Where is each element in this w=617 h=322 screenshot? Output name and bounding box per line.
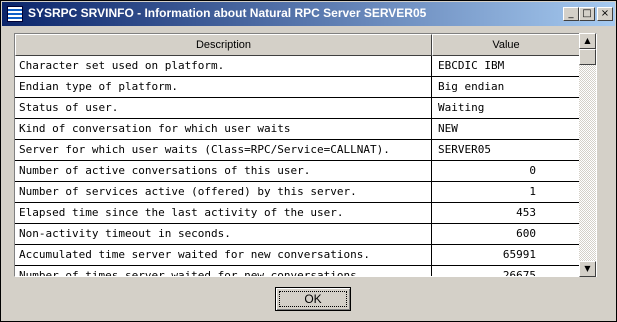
scroll-thumb[interactable]	[579, 49, 596, 65]
row-value: 0	[529, 164, 536, 177]
column-header-description[interactable]: Description	[15, 34, 432, 56]
title-bar[interactable]: SYSRPC SRVINFO - Information about Natur…	[2, 2, 615, 26]
row-value: EBCDIC IBM	[438, 59, 505, 72]
row-description: Number of services active (offered) by t…	[15, 182, 432, 202]
info-table[interactable]: Description Value Character set used on …	[14, 33, 597, 277]
focus-rect	[279, 291, 347, 307]
row-description: Kind of conversation for which user wait…	[15, 119, 432, 139]
row-description: Non-activity timeout in seconds.	[15, 224, 432, 244]
row-description: Server for which user waits (Class=RPC/S…	[15, 140, 432, 160]
table-row[interactable]: Accumulated time server waited for new c…	[15, 245, 580, 266]
row-description: Number of active conversations of this u…	[15, 161, 432, 181]
table-row[interactable]: Number of services active (offered) by t…	[15, 182, 580, 203]
table-row[interactable]: Number of active conversations of this u…	[15, 161, 580, 182]
table-rows: Character set used on platform. EBCDIC IB…	[15, 56, 580, 277]
row-value: 65991	[502, 248, 536, 261]
scroll-up-button[interactable]: ▲	[579, 33, 596, 49]
table-row[interactable]: Elapsed time since the last activity of …	[15, 203, 580, 224]
ok-button[interactable]: OK	[275, 287, 351, 311]
row-description: Status of user.	[15, 98, 432, 118]
table-body-area: Description Value Character set used on …	[15, 34, 581, 276]
row-value: NEW	[438, 122, 458, 135]
row-value: 1	[529, 185, 536, 198]
table-row[interactable]: Non-activity timeout in seconds. 600	[15, 224, 580, 245]
window-title: SYSRPC SRVINFO - Information about Natur…	[28, 6, 427, 20]
close-button[interactable]: ×	[597, 7, 613, 21]
app-icon	[7, 6, 23, 22]
scroll-down-button[interactable]: ▼	[579, 261, 596, 277]
row-description: Elapsed time since the last activity of …	[15, 203, 432, 223]
table-row[interactable]: Character set used on platform. EBCDIC IB…	[15, 56, 580, 77]
row-value: 26675	[502, 269, 536, 277]
row-description: Number of times server waited for new co…	[15, 266, 432, 276]
row-description: Endian type of platform.	[15, 77, 432, 97]
row-value: Waiting	[438, 101, 485, 114]
table-row[interactable]: Endian type of platform. Big endian	[15, 77, 580, 98]
vertical-scrollbar[interactable]: ▲ ▼	[579, 33, 596, 277]
table-header: Description Value	[15, 34, 580, 56]
minimize-button[interactable]: _	[563, 7, 579, 21]
row-value: 600	[516, 227, 536, 240]
row-value: Big endian	[438, 80, 505, 93]
dialog-window: SYSRPC SRVINFO - Information about Natur…	[0, 0, 617, 322]
table-row[interactable]: Kind of conversation for which user wait…	[15, 119, 580, 140]
table-row[interactable]: Status of user. Waiting	[15, 98, 580, 119]
maximize-button[interactable]: □	[579, 7, 595, 21]
row-description: Character set used on platform.	[15, 56, 432, 76]
table-row[interactable]: Server for which user waits (Class=RPC/S…	[15, 140, 580, 161]
table-row[interactable]: Number of times server waited for new co…	[15, 266, 580, 277]
row-value: SERVER05	[438, 143, 491, 156]
row-description: Accumulated time server waited for new c…	[15, 245, 432, 265]
column-header-value[interactable]: Value	[432, 34, 580, 56]
row-value: 453	[516, 206, 536, 219]
